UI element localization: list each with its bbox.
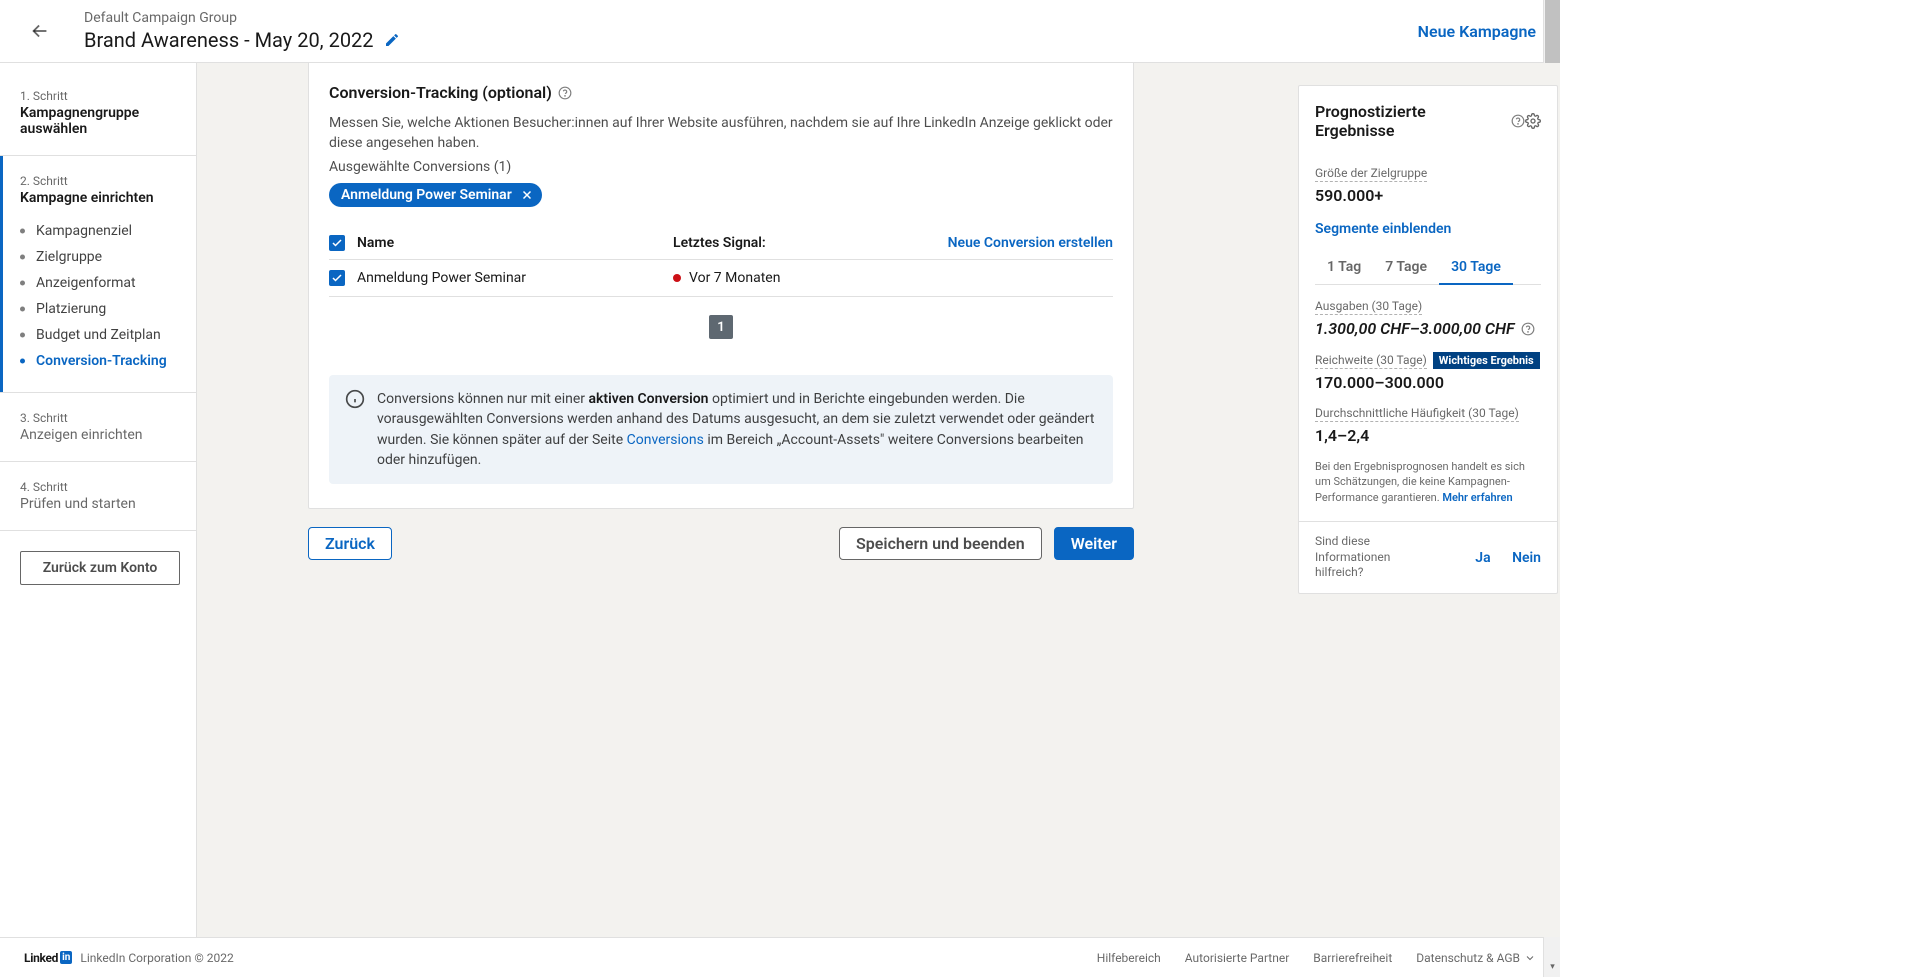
sidebar-step-1[interactable]: 1. Schritt Kampagnengruppe auswählen — [0, 71, 196, 156]
conversion-pill: Anmeldung Power Seminar — [329, 183, 542, 207]
step-title: Anzeigen einrichten — [20, 427, 176, 443]
substep-audience[interactable]: Zielgruppe — [20, 244, 176, 270]
step-label: 4. Schritt — [20, 480, 176, 494]
sidebar-step-3[interactable]: 3. Schritt Anzeigen einrichten — [0, 393, 196, 462]
show-segments-link[interactable]: Segmente einblenden — [1315, 221, 1451, 237]
selected-conversions-label: Ausgewählte Conversions (1) — [329, 159, 1113, 175]
pill-label: Anmeldung Power Seminar — [341, 187, 512, 203]
substep-placement[interactable]: Platzierung — [20, 296, 176, 322]
scroll-down-icon[interactable]: ▾ — [1544, 960, 1561, 977]
info-bold: aktiven Conversion — [589, 391, 709, 407]
chevron-down-icon — [1524, 952, 1536, 964]
reach-value: 170.000–300.000 — [1315, 373, 1541, 392]
next-button[interactable]: Weiter — [1054, 527, 1134, 560]
tab-1-day[interactable]: 1 Tag — [1315, 251, 1373, 284]
status-dot-icon — [673, 274, 681, 282]
info-text: Conversions können nur mit einer — [377, 391, 589, 407]
sidebar-steps: 1. Schritt Kampagnengruppe auswählen 2. … — [0, 63, 197, 937]
arrow-left-icon — [29, 20, 51, 42]
check-icon — [331, 272, 343, 284]
conversions-table: Name Letztes Signal: Neue Conversion ers… — [329, 227, 1113, 339]
gear-icon — [1525, 113, 1541, 129]
select-all-checkbox[interactable] — [329, 235, 345, 251]
footer-link-privacy[interactable]: Datenschutz & AGB — [1416, 951, 1536, 965]
page-title: Brand Awareness - May 20, 2022 — [84, 28, 374, 52]
settings-button[interactable] — [1525, 113, 1541, 129]
info-callout: Conversions können nur mit einer aktiven… — [329, 375, 1113, 484]
page-header: Default Campaign Group Brand Awareness -… — [0, 0, 1560, 63]
edit-title-button[interactable] — [384, 32, 400, 48]
new-campaign-link[interactable]: Neue Kampagne — [1418, 22, 1536, 41]
step-title: Prüfen und starten — [20, 496, 176, 512]
check-icon — [331, 237, 343, 249]
help-icon — [1521, 322, 1535, 336]
tab-7-days[interactable]: 7 Tage — [1373, 251, 1439, 284]
footer-link-help[interactable]: Hilfebereich — [1097, 951, 1161, 965]
help-icon — [1511, 114, 1525, 128]
step-label: 3. Schritt — [20, 411, 176, 425]
column-header-name[interactable]: Name — [357, 235, 673, 251]
step-label: 1. Schritt — [20, 89, 176, 103]
close-icon — [520, 188, 534, 202]
copyright: LinkedIn Corporation © 2022 — [80, 951, 233, 965]
row-checkbox[interactable] — [329, 270, 345, 286]
feedback-yes-link[interactable]: Ja — [1475, 550, 1490, 566]
linkedin-logo-icon: in — [60, 951, 72, 964]
help-button[interactable] — [1521, 322, 1535, 336]
conversions-link[interactable]: Conversions — [627, 432, 704, 448]
frequency-label: Durchschnittliche Häufigkeit (30 Tage) — [1315, 406, 1519, 422]
substep-campaign-objective[interactable]: Kampagnenziel — [20, 218, 176, 244]
create-conversion-link[interactable]: Neue Conversion erstellen — [948, 235, 1113, 251]
row-signal: Vor 7 Monaten — [689, 270, 780, 286]
spend-label: Ausgaben (30 Tage) — [1315, 299, 1422, 315]
back-button[interactable]: Zurück — [308, 527, 392, 560]
sidebar-step-4[interactable]: 4. Schritt Prüfen und starten — [0, 462, 196, 531]
forecast-panel: Prognostizierte Ergebnisse Größe der Zie… — [1298, 85, 1558, 594]
spend-value: 1.300,00 CHF–3.000,00 CHF — [1315, 319, 1515, 338]
save-exit-button[interactable]: Speichern und beenden — [839, 527, 1042, 560]
forecast-title: Prognostizierte Ergebnisse — [1315, 102, 1505, 140]
page-1-button[interactable]: 1 — [709, 315, 733, 339]
table-row: Anmeldung Power Seminar Vor 7 Monaten — [329, 260, 1113, 297]
help-button[interactable] — [1511, 114, 1525, 128]
feedback-question: Sind diese Informationen hilfreich? — [1315, 534, 1435, 581]
audience-size-label: Größe der Zielgruppe — [1315, 166, 1427, 182]
tab-30-days[interactable]: 30 Tage — [1439, 251, 1513, 285]
key-result-badge: Wichtiges Ergebnis — [1433, 352, 1540, 369]
breadcrumb[interactable]: Default Campaign Group — [84, 10, 1418, 26]
footer-link-partners[interactable]: Autorisierte Partner — [1185, 951, 1290, 965]
footer-link-accessibility[interactable]: Barrierefreiheit — [1313, 951, 1392, 965]
back-button[interactable] — [24, 15, 56, 47]
frequency-value: 1,4–2,4 — [1315, 426, 1541, 445]
row-name: Anmeldung Power Seminar — [357, 270, 673, 286]
linkedin-logo-text: Linked — [24, 951, 58, 965]
substep-budget-schedule[interactable]: Budget und Zeitplan — [20, 322, 176, 348]
step-title: Kampagne einrichten — [20, 190, 176, 206]
sidebar-step-2[interactable]: 2. Schritt Kampagne einrichten Kampagnen… — [0, 156, 196, 393]
pencil-icon — [384, 32, 400, 48]
feedback-no-link[interactable]: Nein — [1512, 550, 1541, 566]
back-to-account-button[interactable]: Zurück zum Konto — [20, 551, 180, 585]
step-label: 2. Schritt — [20, 174, 176, 188]
page-footer: Linkedin LinkedIn Corporation © 2022 Hil… — [0, 937, 1560, 977]
learn-more-link[interactable]: Mehr erfahren — [1442, 491, 1512, 504]
reach-label: Reichweite (30 Tage) — [1315, 353, 1427, 369]
section-description: Messen Sie, welche Aktionen Besucher:inn… — [329, 114, 1113, 153]
info-icon — [345, 389, 365, 409]
step-title: Kampagnengruppe auswählen — [20, 105, 176, 137]
help-button[interactable] — [558, 86, 572, 100]
audience-size-value: 590.000+ — [1315, 186, 1541, 205]
substep-ad-format[interactable]: Anzeigenformat — [20, 270, 176, 296]
section-title: Conversion-Tracking (optional) — [329, 83, 552, 102]
help-icon — [558, 86, 572, 100]
conversion-tracking-card: Conversion-Tracking (optional) Messen Si… — [308, 63, 1134, 509]
column-header-signal[interactable]: Letztes Signal: — [673, 235, 933, 251]
substep-conversion-tracking[interactable]: Conversion-Tracking — [20, 348, 176, 374]
remove-conversion-button[interactable] — [520, 188, 534, 202]
